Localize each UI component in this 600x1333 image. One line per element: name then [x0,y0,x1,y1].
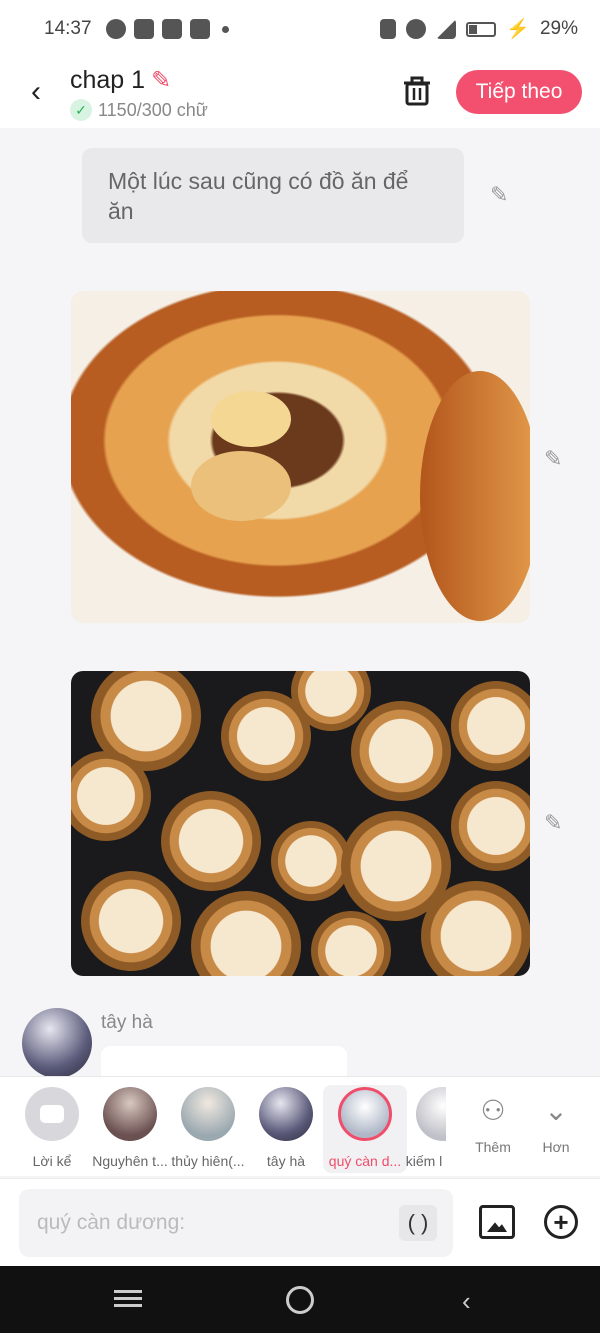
character-label: thủy hiên(... [171,1153,245,1169]
charging-icon: ⚡ [506,19,530,40]
narration-bubble[interactable]: Một lúc sau cũng có đồ ăn để ăn [82,148,464,243]
chat-content[interactable]: Một lúc sau cũng có đồ ăn để ăn ✎ ✎ ✎ tâ… [0,128,600,1076]
basket [71,751,151,841]
basket [81,871,181,971]
add-character-button[interactable]: ⚇ Thêm [463,1091,523,1155]
basket [351,701,451,801]
narrator-icon [25,1087,79,1141]
avatar[interactable] [22,1008,92,1076]
message-input[interactable]: quý càn dương: ( ) [19,1189,453,1257]
wifi-icon [406,19,427,39]
facebook-icon [133,19,154,39]
parenthesis-button[interactable]: ( ) [399,1205,437,1241]
top-bar: ‹ chap 1 ✎ ✓ 1150/300 chữ Tiếp theo [0,58,600,128]
comment-author: tây hà [101,1012,153,1033]
word-count: ✓ 1150/300 chữ [70,99,208,121]
food-detail [211,391,291,447]
battery-icon [466,21,497,37]
battery-percent: 29% [539,18,578,39]
input-placeholder: quý càn dương: [37,1211,186,1234]
basket [451,681,530,771]
trash-icon[interactable] [400,74,434,108]
avatar [181,1087,235,1141]
word-count-text: 1150/300 chữ [98,99,208,120]
avatar [259,1087,313,1141]
character-label: Nguyhên t... [92,1153,168,1169]
character-kiem[interactable]: kiếm l [402,1085,446,1173]
character-nguyhen[interactable]: Nguyhên t... [88,1085,172,1173]
recent-apps-icon[interactable] [114,1286,142,1311]
character-tray: Lời kể Nguyhên t... thủy hiên(... tây hà… [0,1076,600,1176]
home-icon[interactable] [286,1286,314,1314]
back-icon[interactable]: ‹ [18,72,54,112]
edit-title-icon[interactable]: ✎ [151,66,171,95]
comment-bubble[interactable] [101,1046,347,1076]
basket [311,911,391,976]
character-label: Lời kể [32,1153,72,1169]
youtube-icon [189,19,210,39]
pot-lid [420,371,530,621]
character-thuy-hien[interactable]: thủy hiên(... [166,1085,250,1173]
edit-image-icon[interactable]: ✎ [544,446,570,472]
check-icon: ✓ [70,99,92,121]
avatar [103,1087,157,1141]
status-bar: 14:37 ⚡ 29% [0,0,600,58]
status-time: 14:37 [44,18,92,39]
food-detail [191,451,291,521]
character-quy-can[interactable]: quý càn d... [323,1085,407,1173]
basket [271,821,351,901]
vibrate-icon [380,19,397,39]
more-button[interactable]: ⌄ Hơn [526,1091,586,1155]
edit-image-icon[interactable]: ✎ [544,810,570,836]
character-label: quý càn d... [328,1153,402,1169]
dot-icon [221,25,229,33]
dim-sum-image[interactable] [71,671,530,976]
image-icon[interactable] [479,1205,515,1239]
basket [421,881,530,976]
plus-icon[interactable]: + [544,1205,578,1239]
input-area: quý càn dương: ( ) + [0,1178,600,1266]
chapter-title: chap 1 [70,66,146,94]
add-person-icon: ⚇ [480,1095,506,1126]
avatar [338,1087,392,1141]
app-icon [161,19,182,39]
signal-icon [436,19,457,39]
food-pot-image[interactable] [71,291,530,623]
system-nav-bar: ‹ [0,1266,600,1333]
chevron-down-icon: ⌄ [544,1095,568,1126]
avatar [416,1087,446,1141]
next-button[interactable]: Tiếp theo [456,70,582,114]
character-tay-ha[interactable]: tây hà [244,1085,328,1173]
character-narrator[interactable]: Lời kể [10,1085,94,1173]
page-title[interactable]: chap 1 ✎ [70,66,171,95]
basket [161,791,261,891]
back-nav-icon[interactable]: ‹ [462,1286,471,1317]
character-label: kiếm l [405,1153,443,1169]
add-label: Thêm [475,1139,511,1155]
messenger-icon [105,19,126,39]
edit-message-icon[interactable]: ✎ [490,182,516,208]
basket [191,891,301,976]
basket [451,781,530,871]
character-label: tây hà [266,1153,306,1169]
more-label: Hơn [542,1139,570,1155]
